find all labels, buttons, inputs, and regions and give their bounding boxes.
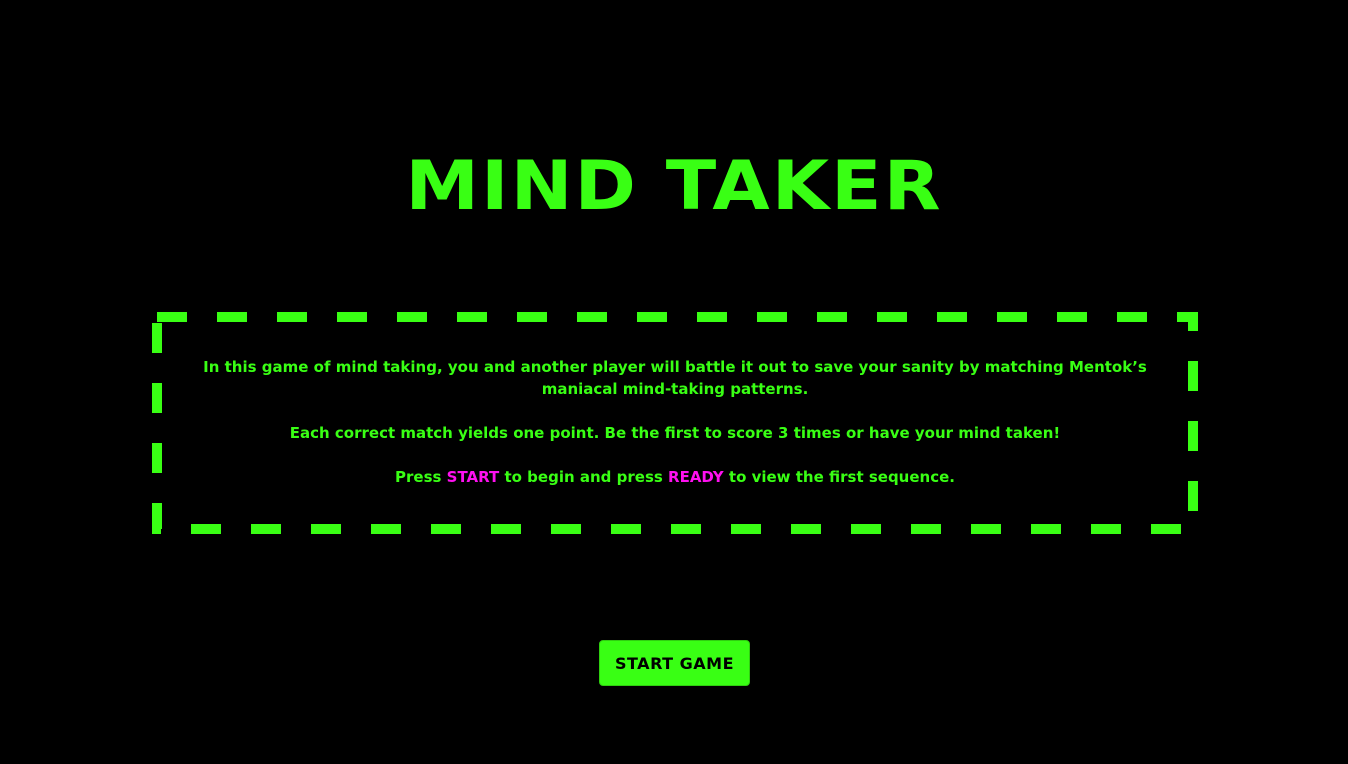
game-title: MIND TAKER bbox=[405, 146, 943, 226]
instructions-text: In this game of mind taking, you and ano… bbox=[192, 356, 1158, 510]
controls-text-suffix: to view the first sequence. bbox=[723, 468, 955, 486]
start-keyword: START bbox=[446, 468, 500, 486]
controls-text-middle: to begin and press bbox=[499, 468, 669, 486]
instructions-paragraph-scoring: Each correct match yields one point. Be … bbox=[289, 424, 1061, 442]
ready-keyword: READY bbox=[668, 468, 724, 486]
instructions-paragraph-controls: Press START to begin and press READY to … bbox=[192, 466, 1158, 488]
start-game-button[interactable]: START GAME bbox=[599, 640, 750, 686]
instructions-paragraph-intro: In this game of mind taking, you and ano… bbox=[203, 358, 1147, 398]
controls-text-prefix: Press bbox=[395, 468, 447, 486]
instructions-panel: In this game of mind taking, you and ano… bbox=[152, 312, 1198, 534]
